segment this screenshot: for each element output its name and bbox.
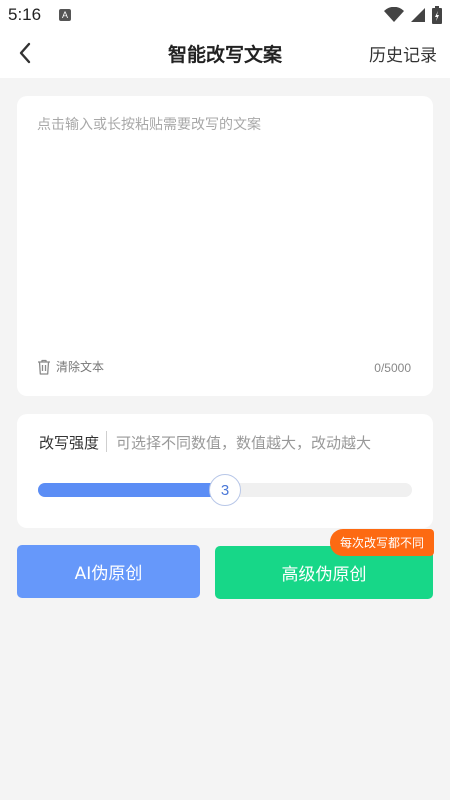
copy-text-input[interactable] [37, 114, 413, 344]
strength-card: 改写强度 可选择不同数值，数值越大，改动越大 3 [17, 414, 433, 528]
notification-icon: A [59, 9, 71, 21]
status-icons [384, 6, 442, 24]
history-button[interactable]: 历史记录 [369, 41, 437, 66]
battery-icon [432, 6, 442, 24]
divider [106, 431, 107, 452]
strength-hint: 可选择不同数值，数值越大，改动越大 [116, 434, 372, 452]
trash-icon [38, 359, 50, 375]
chevron-left-icon [19, 42, 31, 64]
promo-badge: 每次改写都不同 [330, 529, 435, 556]
nav-bar: 智能改写文案 历史记录 [0, 30, 450, 78]
status-bar: 5:16 A [0, 0, 450, 30]
clear-text-button[interactable]: 清除文本 [37, 358, 104, 375]
slider-fill [38, 483, 225, 497]
strength-label: 改写强度 [39, 434, 100, 452]
strength-slider[interactable]: 3 [38, 474, 412, 506]
slider-thumb[interactable]: 3 [209, 474, 241, 506]
clear-text-label: 清除文本 [56, 360, 105, 374]
char-count: 0/5000 [374, 361, 411, 375]
input-card: 清除文本 0/5000 [17, 96, 433, 396]
signal-icon [411, 8, 425, 22]
back-button[interactable] [10, 38, 40, 68]
status-time: 5:16 [8, 5, 42, 24]
ai-rewrite-button[interactable]: AI伪原创 [17, 545, 200, 598]
wifi-icon [384, 7, 404, 22]
